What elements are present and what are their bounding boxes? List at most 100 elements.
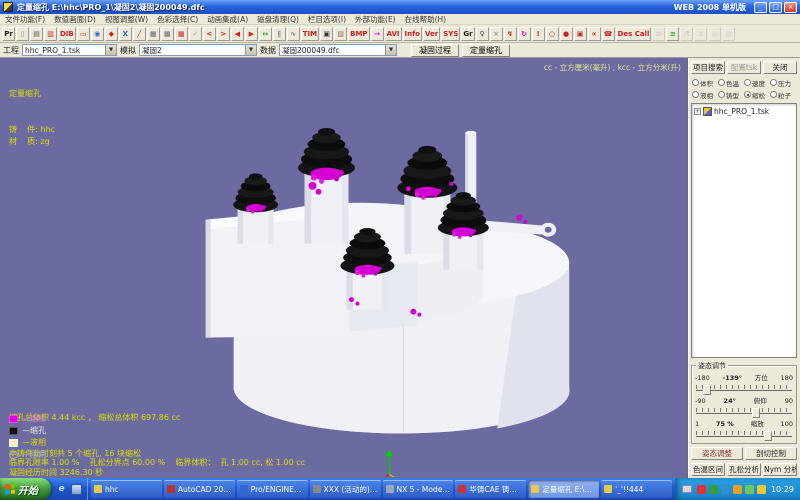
info-button[interactable]: Info [403, 27, 422, 41]
menu-item[interactable]: 色彩选择(C) [157, 14, 198, 25]
task-nx[interactable]: NX 5 - Modeling ... [383, 480, 454, 498]
pencil-icon[interactable]: ╱ [133, 27, 146, 41]
color-bars-icon[interactable]: ▥ [44, 27, 57, 41]
slider-track[interactable] [696, 382, 792, 395]
slider-thumb[interactable] [752, 408, 760, 418]
chevron-down-icon[interactable]: ▼ [385, 45, 396, 55]
pr-button[interactable]: Pr [2, 27, 15, 41]
minimize-button[interactable]: _ [754, 2, 767, 13]
slider-track[interactable] [696, 428, 792, 441]
slider-thumb[interactable] [703, 385, 711, 395]
radio-option[interactable]: 体积 [692, 77, 718, 88]
volume-icon[interactable] [757, 485, 766, 494]
image-red-icon[interactable]: ▦ [175, 27, 188, 41]
view-tool-icon[interactable]: ◉ [91, 27, 104, 41]
menu-item[interactable]: 视图调整(W) [105, 14, 148, 25]
scissors-icon[interactable]: X [119, 27, 132, 41]
red-frame-icon[interactable]: ▭ [77, 27, 90, 41]
project-tree[interactable]: + hhc_PRO_1.tsk [691, 103, 797, 358]
menu-item[interactable]: 外部功能(E) [355, 14, 396, 25]
chevron-down-icon[interactable]: ▼ [105, 45, 116, 55]
panel-icon[interactable]: ▣ [574, 27, 587, 41]
gr-button[interactable]: Gr [461, 27, 474, 41]
ver-button[interactable]: Ver [423, 27, 440, 41]
menu-item[interactable]: 文件功能(F) [5, 14, 45, 25]
slider-track[interactable] [696, 405, 792, 418]
ellipse-icon[interactable]: ○ [546, 27, 559, 41]
blank-page-icon[interactable]: ▯ [16, 27, 29, 41]
pitch-slider[interactable]: -90 24° 俯仰 90 [695, 396, 793, 418]
task-hhc-folder[interactable]: hhc [91, 480, 162, 498]
bmp-button[interactable]: BMP [348, 27, 369, 41]
menu-item[interactable]: 磁盘清理(Q) [257, 14, 299, 25]
rotate-icon[interactable]: ↻ [518, 27, 531, 41]
start-button[interactable]: 开始 [0, 478, 51, 500]
slider-thumb[interactable] [764, 431, 772, 441]
radio-option[interactable]: 缩松 [744, 89, 770, 100]
key-icon[interactable]: ♀ [476, 27, 489, 41]
zoom-slider[interactable]: 1 75 % 缩放 100 [695, 419, 793, 441]
tim-button[interactable]: TIM [301, 27, 319, 41]
phone-icon[interactable]: ☎ [602, 27, 615, 41]
nym-analysis-button[interactable]: Nym 分析 [763, 463, 797, 476]
levels-icon[interactable]: ≡ [666, 27, 679, 41]
image-icon[interactable]: ▦ [147, 27, 160, 41]
quantitative-shrinkage-button[interactable]: 定量缩孔 [462, 44, 510, 57]
menu-item[interactable]: 数值画面(D) [54, 14, 96, 25]
alert-icon[interactable]: ! [532, 27, 545, 41]
qc-icon[interactable]: ∝ [588, 27, 601, 41]
messenger-icon[interactable] [721, 485, 730, 494]
close-tool-icon[interactable]: × [490, 27, 503, 41]
des-call-button[interactable]: Des Call [616, 27, 652, 41]
project-combo[interactable]: hhc_PRO_1.tsk ▼ [22, 44, 117, 56]
solidification-process-button[interactable]: 凝固过程 [411, 44, 459, 57]
range-button[interactable]: ↔ [259, 27, 272, 41]
maximize-button[interactable]: □ [769, 2, 782, 13]
task-hzcae[interactable]: 华铸CAE 铸造工艺... [455, 480, 526, 498]
close-button[interactable]: × [784, 2, 797, 13]
print-icon[interactable]: ▤ [30, 27, 43, 41]
task-proe[interactable]: Pro/ENGINEER Wil... [237, 480, 308, 498]
ie-icon[interactable]: e [56, 484, 67, 495]
play-back-button[interactable]: ◀ [231, 27, 244, 41]
task-folder-444[interactable]: '_'!!444 [601, 480, 672, 498]
radio-option[interactable]: 粒子 [770, 89, 796, 100]
wave-icon[interactable]: ∿ [287, 27, 300, 41]
lightning-icon[interactable]: ↯ [504, 27, 517, 41]
menu-item[interactable]: 动画集成(A) [207, 14, 248, 25]
porosity-analysis-button[interactable]: 孔松分析 [727, 463, 761, 476]
data-combo[interactable]: 凝固200049.dfc ▼ [279, 44, 397, 56]
panel-close-button[interactable]: 关闭 [763, 61, 797, 74]
chevron-down-icon[interactable]: ▼ [245, 45, 256, 55]
clock[interactable]: 10:29 [771, 485, 794, 494]
update-icon[interactable] [733, 485, 742, 494]
play-forward-button[interactable]: ▶ [245, 27, 258, 41]
radio-option[interactable]: 压力 [770, 77, 796, 88]
azimuth-slider[interactable]: -180 -139° 方位 180 [695, 373, 793, 395]
color-range-button[interactable]: 色温区间 [691, 463, 725, 476]
check-icon[interactable]: ✓ [189, 27, 202, 41]
radio-option[interactable]: 速度 [744, 77, 770, 88]
expander-icon[interactable]: + [694, 108, 701, 115]
project-search-button[interactable]: 项目搜索 [691, 61, 725, 74]
show-desktop-icon[interactable] [71, 484, 82, 495]
antivirus-icon[interactable] [745, 485, 754, 494]
section-control-button[interactable]: 剖切控制 [745, 447, 797, 460]
tree-item[interactable]: + hhc_PRO_1.tsk [694, 107, 794, 116]
vase-tool-icon[interactable]: ◆ [105, 27, 118, 41]
radio-option[interactable]: 液相 [692, 89, 718, 100]
shield-icon[interactable] [709, 485, 718, 494]
radio-option[interactable]: 铸型 [718, 89, 744, 100]
parallel-icon[interactable]: ∥ [273, 27, 286, 41]
input-method-icon[interactable] [682, 485, 692, 493]
task-active-doc[interactable]: XXX (活动的) - M... [310, 480, 381, 498]
open-icon[interactable]: ▧ [334, 27, 347, 41]
save-icon[interactable]: ▣ [320, 27, 333, 41]
image2-icon[interactable]: ▦ [161, 27, 174, 41]
sys-button[interactable]: SYS [441, 27, 460, 41]
avi-button[interactable]: AVI [385, 27, 402, 41]
step-back-button[interactable]: < [203, 27, 216, 41]
menu-item[interactable]: 在线帮助(H) [405, 14, 447, 25]
export-arrow-icon[interactable]: → [371, 27, 384, 41]
simulation-combo[interactable]: 凝固2 ▼ [139, 44, 257, 56]
